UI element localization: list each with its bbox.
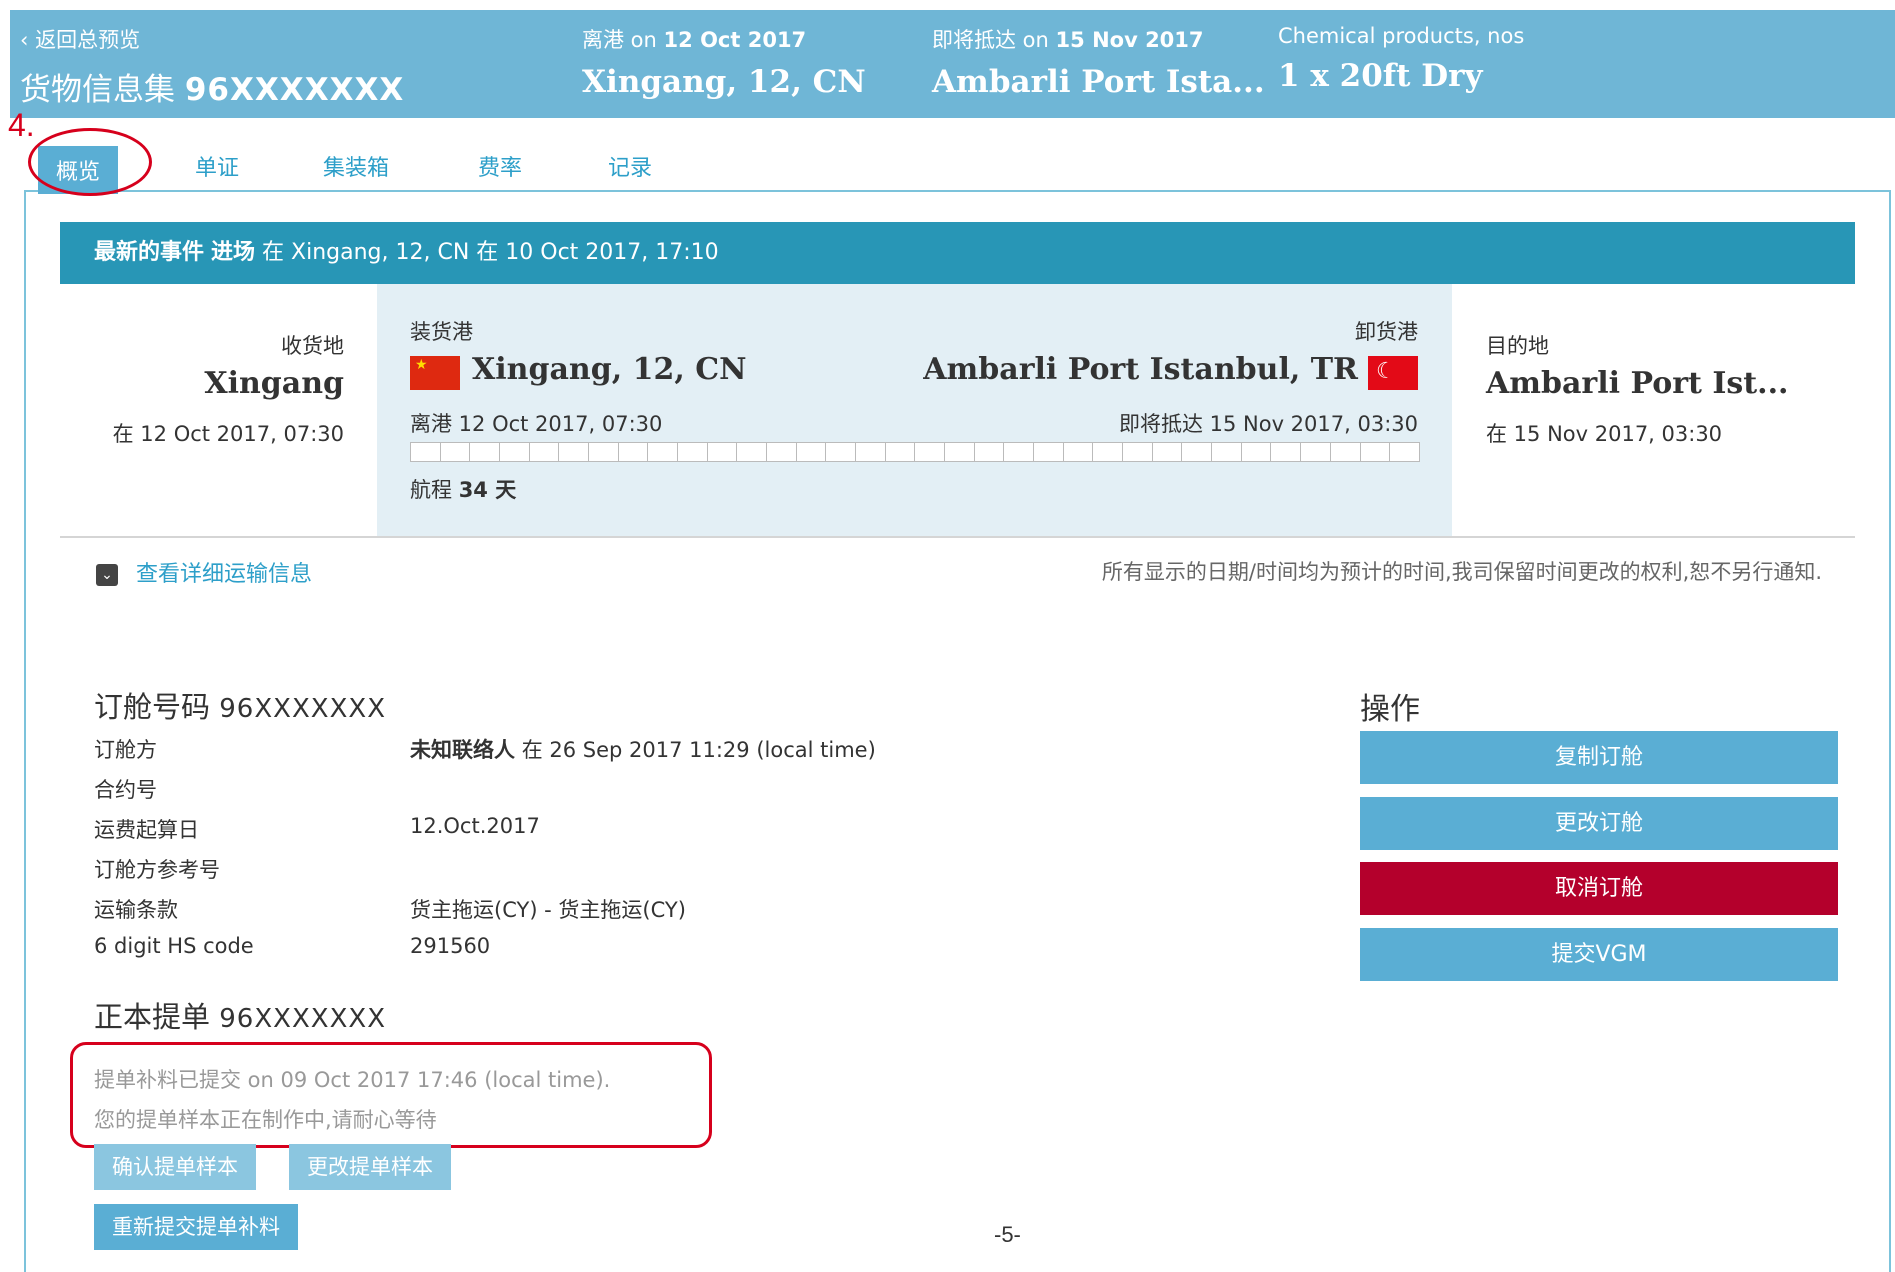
details-link-label: 查看详细运输信息 — [136, 562, 313, 587]
load-port-place: Xingang, 12, CN — [472, 352, 747, 387]
arrival-info: 即将抵达 on 15 Nov 2017 — [932, 24, 1265, 54]
header-title-block: ‹ 返回总预览 货物信息集 96XXXXXXX — [20, 24, 404, 109]
confirm-bl-draft-button[interactable]: 确认提单样本 — [94, 1144, 256, 1190]
departure-date: 12 Oct 2017 — [663, 28, 807, 52]
booking-party-value: 未知联络人 在 26 Sep 2017 11:29 (local time) — [410, 734, 876, 764]
tr-flag-icon: ☾ — [1368, 356, 1418, 390]
tab-containers[interactable]: 集装箱 — [323, 150, 389, 182]
contract-number-key: 合约号 — [94, 778, 157, 802]
modify-booking-button[interactable]: 更改订舱 — [1360, 797, 1838, 850]
hs-code-key: 6 digit HS code — [94, 934, 254, 958]
copy-booking-button[interactable]: 复制订舱 — [1360, 731, 1838, 784]
view-transport-details-link[interactable]: ⌄ 查看详细运输信息 — [96, 556, 312, 588]
route-divider — [60, 536, 1855, 538]
page-title-prefix: 货物信息集 — [20, 72, 175, 108]
destination-label: 目的地 — [1486, 334, 1549, 358]
booking-party-time: 在 26 Sep 2017 11:29 (local time) — [521, 738, 876, 762]
transport-terms-value: 货主拖运(CY) - 货主拖运(CY) — [410, 898, 686, 922]
latest-event-banner: 最新的事件 进场 在 Xingang, 12, CN 在 10 Oct 2017… — [60, 222, 1855, 284]
freight-start-date-key: 运费起算日 — [94, 818, 199, 842]
load-port-label: 装货港 — [410, 320, 473, 344]
event-status: 进场 — [211, 240, 256, 265]
voyage-days: 34 天 — [458, 478, 517, 502]
commodity: Chemical products, nos — [1278, 24, 1525, 48]
arrival-label: 即将抵达 on — [932, 28, 1049, 52]
voyage-duration: 航程 34 天 — [410, 474, 516, 504]
resubmit-si-button[interactable]: 重新提交提单补料 — [94, 1204, 298, 1250]
bl-title-number: 96XXXXXXX — [219, 1004, 386, 1034]
cargo-block: Chemical products, nos 1 x 20ft Dry — [1278, 24, 1524, 94]
booking-party-key: 订舱方 — [94, 738, 157, 762]
page-title: 货物信息集 96XXXXXXX — [20, 64, 404, 109]
arrival-datetime: 即将抵达 15 Nov 2017, 03:30 — [1118, 412, 1418, 436]
voyage-progress-bar — [410, 442, 1420, 462]
operations-title: 操作 — [1360, 692, 1420, 727]
departure-block: 离港 on 12 Oct 2017 Xingang, 12, CN — [582, 24, 866, 100]
freight-start-date-value: 12.Oct.2017 — [410, 814, 540, 838]
container-summary: 1 x 20ft Dry — [1278, 58, 1483, 94]
departure-datetime: 离港 12 Oct 2017, 07:30 — [410, 412, 663, 436]
transport-terms-key: 运输条款 — [94, 898, 178, 922]
receipt-place: Xingang — [204, 366, 344, 401]
bl-section-title: 正本提单 96XXXXXXX — [94, 994, 386, 1036]
booking-number: 96XXXXXXX — [184, 72, 405, 108]
destination-place: Ambarli Port Ist... — [1486, 366, 1789, 401]
modify-bl-draft-button[interactable]: 更改提单样本 — [289, 1144, 451, 1190]
bl-draft-note: 您的提单样本正在制作中,请耐心等待 — [94, 1108, 437, 1132]
bl-submitted-note: 提单补料已提交 on 09 Oct 2017 17:46 (local time… — [94, 1068, 611, 1092]
bl-title-label: 正本提单 — [94, 1000, 211, 1034]
disclaimer-text: 所有显示的日期/时间均为预计的时间,我司保留时间更改的权利,恕不另行通知. — [1101, 560, 1822, 584]
tab-history[interactable]: 记录 — [608, 150, 652, 182]
tab-documents[interactable]: 单证 — [195, 150, 239, 182]
departure-place: Xingang, 12, CN — [582, 64, 866, 100]
discharge-port-place: Ambarli Port Istanbul, TR — [923, 352, 1358, 387]
booking-title-number: 96XXXXXXX — [219, 694, 386, 724]
booking-party-name: 未知联络人 — [410, 738, 515, 762]
cn-flag-icon: ★ — [410, 356, 460, 390]
booking-reference-key: 订舱方参考号 — [94, 858, 220, 882]
step-annotation: 4. — [8, 107, 35, 143]
arrival-place: Ambarli Port Ista... — [932, 64, 1265, 100]
voyage-label: 航程 — [410, 478, 452, 502]
booking-title-label: 订舱号码 — [94, 690, 211, 724]
submit-vgm-button[interactable]: 提交VGM — [1360, 928, 1838, 981]
event-details: 在 Xingang, 12, CN 在 10 Oct 2017, 17:10 — [262, 240, 719, 265]
back-to-overview-link[interactable]: ‹ 返回总预览 — [20, 24, 404, 54]
receipt-date: 在 12 Oct 2017, 07:30 — [112, 422, 344, 446]
discharge-port-label: 卸货港 — [1355, 320, 1418, 344]
booking-section-title: 订舱号码 96XXXXXXX — [94, 684, 386, 726]
arrival-block: 即将抵达 on 15 Nov 2017 Ambarli Port Ista... — [932, 24, 1265, 100]
departure-label: 离港 on — [582, 28, 657, 52]
hs-code-value: 291560 — [410, 934, 491, 958]
arrival-date: 15 Nov 2017 — [1055, 28, 1204, 52]
event-prefix: 最新的事件 — [94, 240, 205, 265]
tab-rates[interactable]: 费率 — [478, 150, 522, 182]
shipment-header: ‹ 返回总预览 货物信息集 96XXXXXXX 离港 on 12 Oct 201… — [10, 10, 1895, 118]
receipt-label: 收货地 — [281, 334, 344, 358]
cancel-booking-button[interactable]: 取消订舱 — [1360, 862, 1838, 915]
destination-date: 在 15 Nov 2017, 03:30 — [1486, 422, 1723, 446]
expand-icon: ⌄ — [96, 564, 118, 586]
page-number: -5- — [994, 1222, 1021, 1247]
annotation-circle — [28, 128, 152, 196]
departure-info: 离港 on 12 Oct 2017 — [582, 24, 866, 54]
